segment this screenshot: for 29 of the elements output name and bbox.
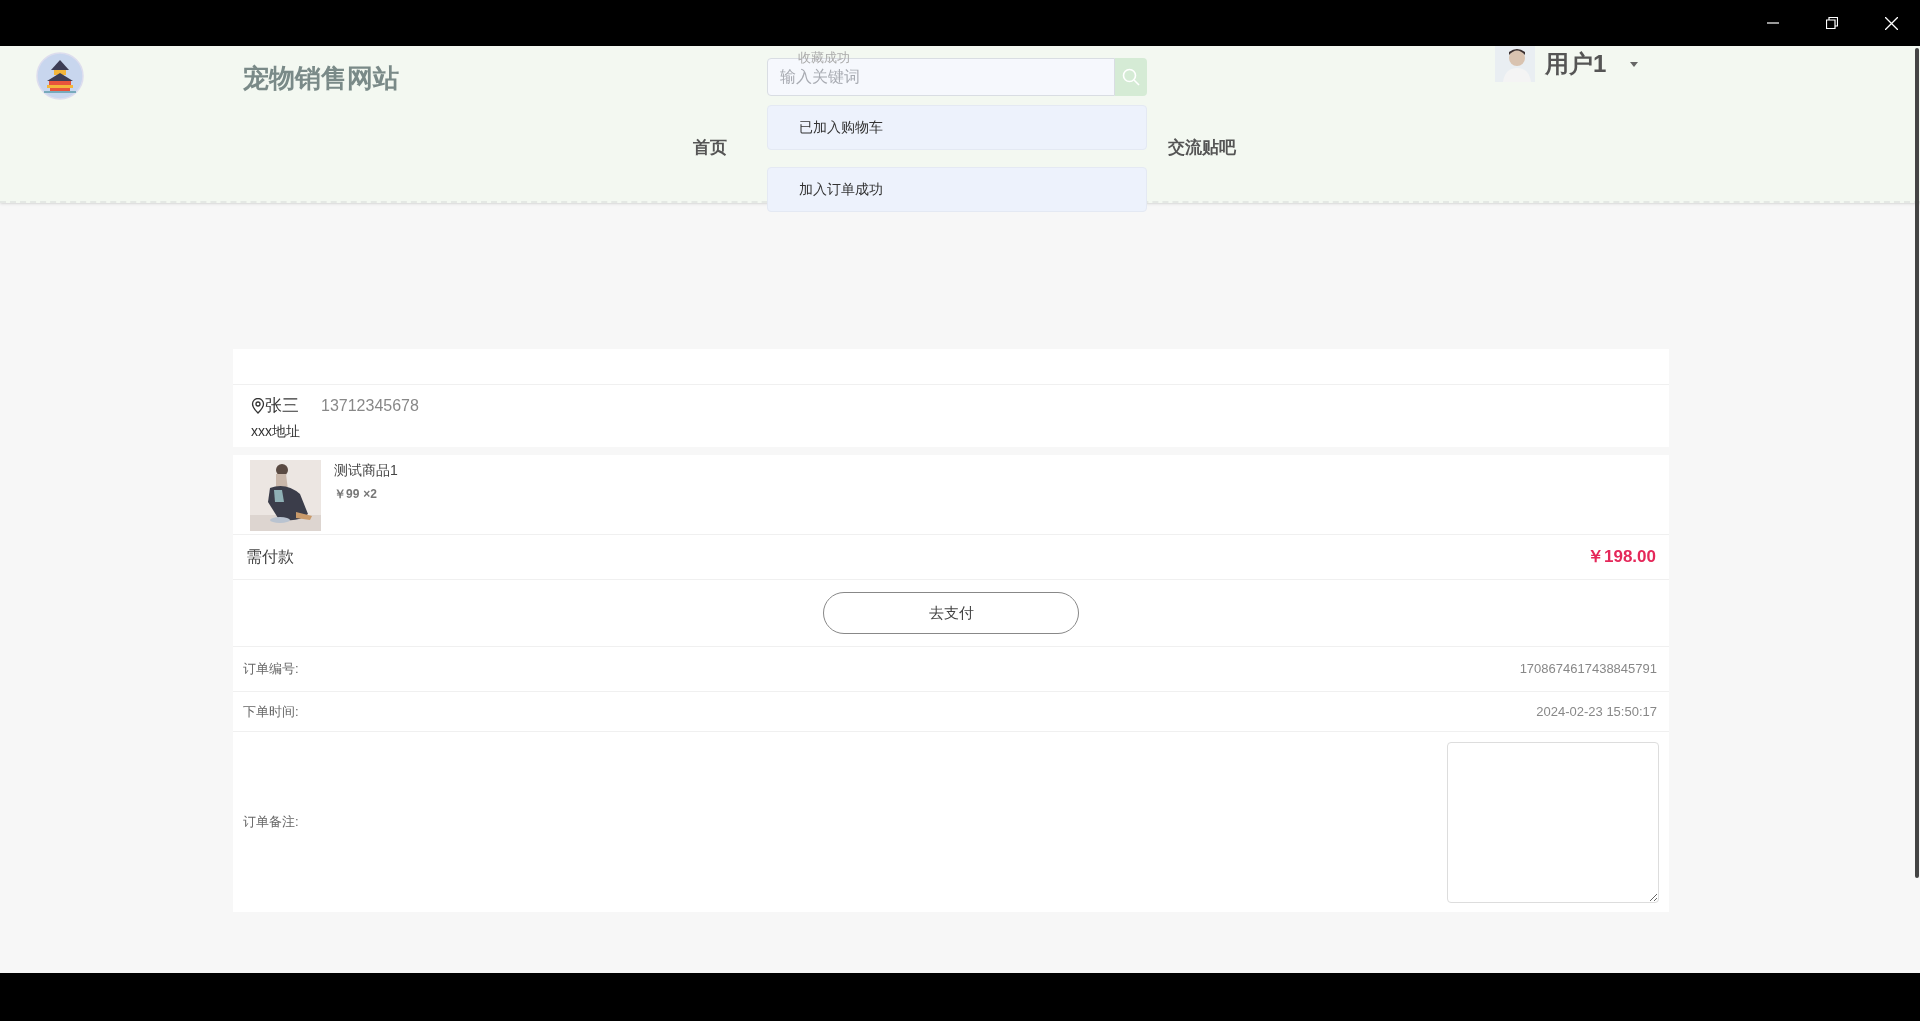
recipient-phone: 13712345678 (321, 395, 419, 416)
location-pin-icon (251, 397, 265, 414)
remark-field[interactable] (1447, 741, 1659, 903)
close-icon[interactable] (1885, 16, 1898, 30)
nav-link[interactable]: 首页 (693, 135, 727, 161)
message-toast: 加入订单成功 (767, 167, 1147, 212)
product-quantity: ×2 (363, 486, 378, 503)
search-icon (1122, 68, 1140, 86)
recipient-address: xxx地址 (251, 421, 301, 441)
logo-icon[interactable] (36, 52, 84, 100)
product-name: 测试商品1 (334, 461, 398, 480)
recipient-name: 张三 (265, 395, 299, 417)
caret-icon[interactable] (1630, 61, 1639, 67)
payable-amount: ￥198.00 (1587, 546, 1656, 569)
nav-link[interactable]: 交流贴吧 (1168, 135, 1236, 161)
scrollbar[interactable] (1915, 48, 1919, 878)
site-title: 宠物销售网站 (243, 62, 400, 95)
remark-label: 订单备注: (243, 813, 299, 832)
detail-value: 1708674617438845791 (1519, 660, 1657, 679)
message-toast: 已加入购物车 (767, 105, 1147, 150)
user-name[interactable]: 用户1 (1545, 46, 1607, 82)
detail-value: 2024-02-23 15:50:17 (1536, 702, 1657, 721)
detail-label: 订单编号: (243, 660, 299, 679)
restore-icon[interactable] (1826, 17, 1838, 29)
pay-button[interactable]: 去支付 (823, 592, 1079, 634)
detail-label: 下单时间: (243, 702, 299, 721)
payable-label: 需付款 (246, 547, 294, 567)
product-price: ￥99 (334, 486, 360, 503)
avatar[interactable] (1495, 46, 1535, 82)
